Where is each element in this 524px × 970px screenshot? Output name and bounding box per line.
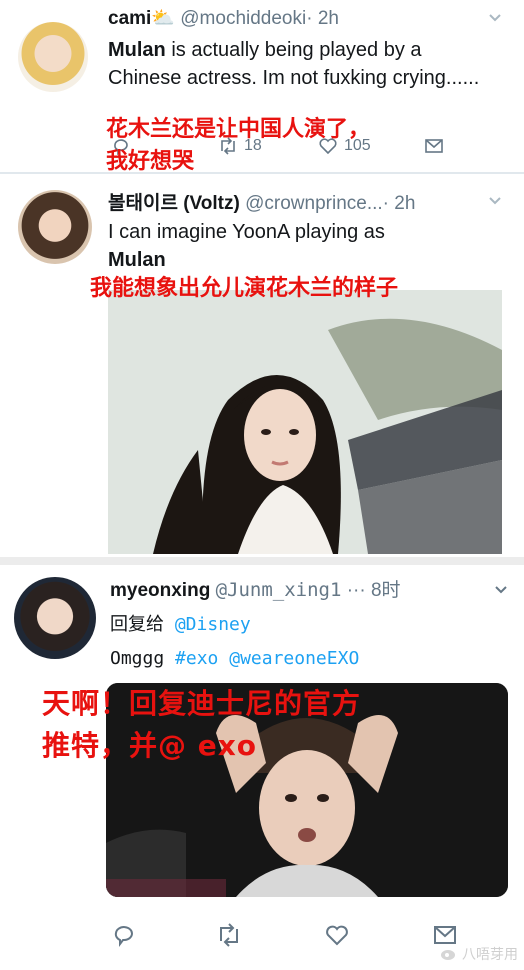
- photo-illustration: [108, 290, 502, 554]
- watermark-text: 八唔芽用: [462, 946, 518, 962]
- tweet-text-start: Omggg: [110, 648, 165, 669]
- tweet-text: Mulan is actually being played by a Chin…: [108, 36, 498, 92]
- chinese-caption: 花木兰还是让中国人演了， 我好想哭: [106, 114, 370, 178]
- display-name[interactable]: cami: [108, 8, 151, 29]
- tweet-1[interactable]: cami⛅ @mochiddeoki· 2h Mulan is actually…: [0, 0, 524, 174]
- mulan-bold-text: Mulan: [108, 249, 166, 271]
- tweet-header: myeonxing @Junm_xing1 ··· 8时: [110, 575, 520, 602]
- tweet-header: cami⛅ @mochiddeoki· 2h: [108, 6, 488, 30]
- timestamp[interactable]: · 2h: [383, 193, 416, 214]
- tweet-3[interactable]: myeonxing @Junm_xing1 ··· 8时 回复给 @Disney…: [0, 565, 524, 970]
- chinese-caption-line-2: 推特，并@ exo: [42, 729, 258, 762]
- handle[interactable]: @crownprince...: [245, 193, 383, 214]
- more-options-icon[interactable]: ···: [347, 580, 366, 601]
- reply-button[interactable]: [112, 923, 136, 947]
- message-button[interactable]: [424, 137, 444, 155]
- chinese-caption-line-1: 天啊！回复迪士尼的官方: [42, 687, 362, 720]
- tweet-text: Omggg #exo @weareoneEXO: [110, 645, 359, 673]
- tweet-2[interactable]: 볼태이르 (Voltz) @crownprince...· 2h I can i…: [0, 174, 524, 558]
- handle[interactable]: @mochiddeoki: [180, 8, 306, 29]
- chinese-caption: 我能想象出允儿演花木兰的样子: [90, 276, 399, 301]
- handle[interactable]: @Junm_xing1: [216, 579, 342, 601]
- divider: [0, 557, 524, 565]
- avatar[interactable]: [14, 577, 96, 659]
- mention-link[interactable]: @weareoneEXO: [229, 648, 359, 669]
- hashtag-link[interactable]: #exo: [175, 648, 218, 669]
- timestamp[interactable]: · 2h: [306, 8, 339, 29]
- tweet-header: 볼태이르 (Voltz) @crownprince...· 2h: [108, 188, 490, 215]
- reply-icon: [114, 926, 133, 947]
- reply-to-link[interactable]: @Disney: [175, 614, 251, 635]
- retweet-icon: [220, 923, 238, 947]
- chinese-caption: 天啊！回复迪士尼的官方 推特，并@ exo: [42, 683, 361, 767]
- weibo-watermark: 八唔芽用: [440, 944, 518, 964]
- tweet-text-line-1: I can imagine YoonA playing as: [108, 221, 385, 243]
- like-button[interactable]: [324, 923, 350, 947]
- reply-context: 回复给 @Disney: [110, 611, 251, 639]
- weibo-icon: [441, 950, 455, 960]
- avatar[interactable]: [18, 190, 92, 264]
- retweet-button[interactable]: [216, 923, 242, 947]
- heart-icon: [326, 925, 348, 946]
- display-name[interactable]: 볼태이르 (Voltz): [108, 193, 240, 214]
- avatar[interactable]: [18, 22, 88, 92]
- reply-prefix: 回复给: [110, 614, 164, 635]
- chevron-down-icon[interactable]: [488, 11, 502, 25]
- envelope-icon: [425, 139, 443, 153]
- chevron-down-icon[interactable]: [494, 583, 508, 597]
- tweet-text: I can imagine YoonA playing as Mulan: [108, 218, 498, 274]
- yoona-photo[interactable]: [108, 290, 502, 554]
- chevron-down-icon[interactable]: [488, 194, 502, 208]
- display-name[interactable]: myeonxing: [110, 580, 210, 601]
- chinese-caption-line-1: 花木兰还是让中国人演了，: [106, 117, 371, 142]
- mulan-bold-text: Mulan: [108, 39, 166, 61]
- sun-emoji-icon: ⛅: [151, 8, 175, 29]
- timestamp[interactable]: 8时: [371, 580, 401, 601]
